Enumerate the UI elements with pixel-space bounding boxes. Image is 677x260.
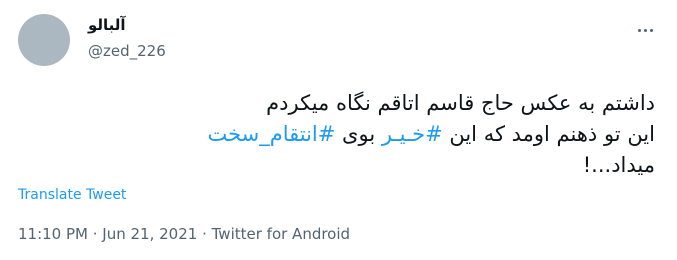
- tweet-date[interactable]: Jun 21, 2021: [102, 225, 197, 243]
- avatar[interactable]: [18, 14, 70, 66]
- meta-separator: ·: [87, 225, 103, 243]
- tweet-line-1: داشتم به عکس حاج قاسم اتاقم نگاه میکردم: [266, 91, 655, 115]
- tweet-metadata: 11:10 PM · Jun 21, 2021 · Twitter for An…: [18, 225, 350, 243]
- author-display-name[interactable]: آلبالو: [88, 16, 126, 34]
- more-options-icon[interactable]: [630, 20, 660, 40]
- more-dot: [649, 28, 653, 32]
- more-dot: [637, 28, 641, 32]
- hashtag-link[interactable]: #انتقام_سخت: [207, 122, 335, 146]
- meta-separator: ·: [197, 225, 212, 243]
- tweet-text-segment: این تو ذهنم اومد که این: [442, 122, 655, 146]
- tweet-time[interactable]: 11:10 PM: [18, 225, 88, 243]
- tweet-line-2: این تو ذهنم اومد که این #خـیـر بوی #انتق…: [35, 119, 655, 150]
- translate-tweet-link[interactable]: Translate Tweet: [18, 187, 126, 203]
- author-handle[interactable]: @zed_226: [88, 42, 166, 60]
- tweet-text: داشتم به عکس حاج قاسم اتاقم نگاه میکردم …: [35, 88, 655, 181]
- hashtag-link[interactable]: #خـیـر: [382, 122, 443, 146]
- more-dot: [643, 28, 647, 32]
- tweet-source: Twitter for Android: [211, 225, 351, 243]
- tweet-line-3: میداد...!: [582, 153, 655, 177]
- tweet-text-segment: بوی: [335, 122, 382, 146]
